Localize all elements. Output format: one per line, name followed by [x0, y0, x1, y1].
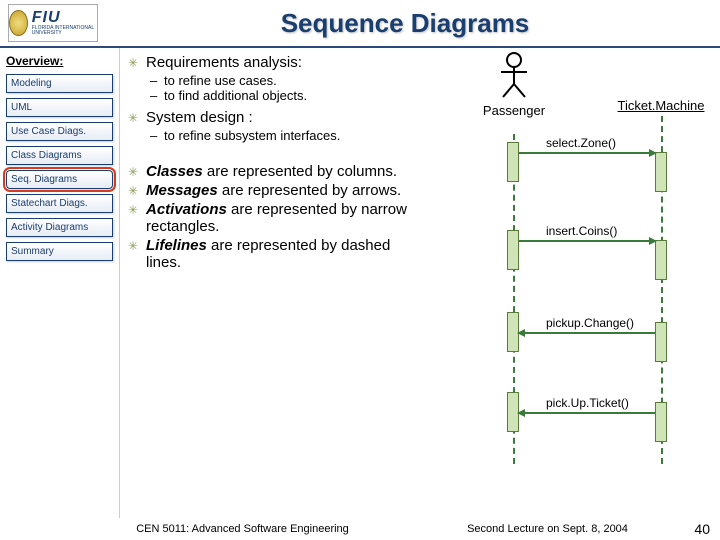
nav-uml[interactable]: UML: [6, 98, 113, 117]
activation-box: [507, 142, 519, 182]
nav-sequence[interactable]: Seq. Diagrams: [6, 170, 113, 189]
seal-icon: [9, 10, 28, 36]
nav-modeling[interactable]: Modeling: [6, 74, 113, 93]
bullet-classes: Classes are represented by columns.: [128, 163, 428, 180]
footer-date: Second Lecture on Sept. 8, 2004: [415, 523, 680, 535]
sub-refine-if: to refine subsystem interfaces.: [150, 128, 428, 143]
arrow-icon: [519, 332, 655, 334]
sidebar-heading: Overview:: [6, 54, 113, 68]
stick-figure-icon: [499, 52, 529, 101]
footer-course: CEN 5011: Advanced Software Engineering: [110, 523, 375, 535]
arrow-icon: [519, 412, 655, 414]
sub-refine-cases: to refine use cases.: [150, 73, 428, 88]
nav-statechart[interactable]: Statechart Diags.: [6, 194, 113, 213]
bullet-lifelines: Lifelines are represented by dashed line…: [128, 237, 428, 271]
activation-box: [655, 240, 667, 280]
arrow-icon: [519, 152, 655, 154]
nav-activity[interactable]: Activity Diagrams: [6, 218, 113, 237]
bullet-req: Requirements analysis: to refine use cas…: [128, 54, 428, 103]
nav-class[interactable]: Class Diagrams: [6, 146, 113, 165]
bullet-activations: Activations are represented by narrow re…: [128, 201, 428, 235]
logo-text: FIU: [32, 10, 97, 26]
header: FIU FLORIDA INTERNATIONAL UNIVERSITY Seq…: [0, 0, 720, 48]
object-label: Ticket.Machine: [606, 98, 716, 113]
nav-summary[interactable]: Summary: [6, 242, 113, 261]
sub-find-objects: to find additional objects.: [150, 88, 428, 103]
actor-label: Passenger: [474, 103, 554, 118]
bullet-messages: Messages are represented by arrows.: [128, 182, 428, 199]
message-label: pick.Up.Ticket(): [546, 396, 696, 410]
main-content: Requirements analysis: to refine use cas…: [120, 48, 720, 518]
page-title: Sequence Diagrams: [98, 8, 712, 39]
sequence-diagram: Passenger Ticket.Machine select.Zone() i…: [456, 52, 716, 472]
nav-usecase[interactable]: Use Case Diags.: [6, 122, 113, 141]
bullet-sysdesign: System design : to refine subsystem inte…: [128, 109, 428, 143]
arrow-icon: [519, 240, 655, 242]
footer: CEN 5011: Advanced Software Engineering …: [0, 518, 720, 540]
activation-box: [655, 152, 667, 192]
logo-subtext: FLORIDA INTERNATIONAL UNIVERSITY: [32, 26, 97, 36]
message-label: insert.Coins(): [546, 224, 696, 238]
sidebar: Overview: Modeling UML Use Case Diags. C…: [0, 48, 120, 518]
fiu-logo: FIU FLORIDA INTERNATIONAL UNIVERSITY: [8, 4, 98, 42]
actor: Passenger: [474, 52, 554, 118]
message-label: select.Zone(): [546, 136, 696, 150]
activation-box: [507, 230, 519, 270]
page-number: 40: [680, 521, 710, 537]
message-label: pickup.Change(): [546, 316, 696, 330]
